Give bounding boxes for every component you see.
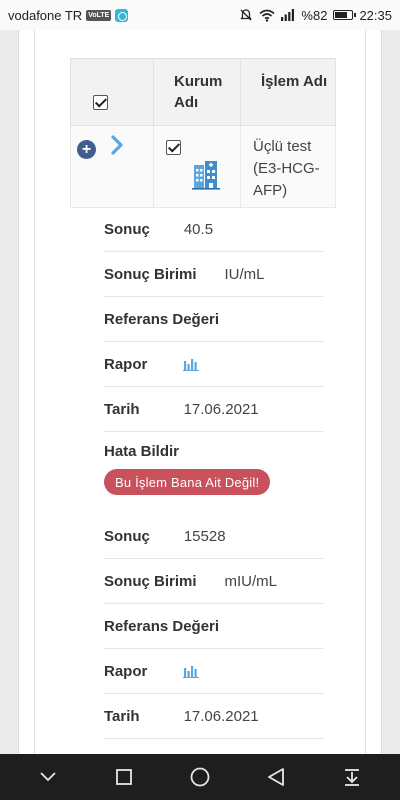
carrier-group: vodafone TR VoLTE — [8, 7, 129, 23]
select-all-checkbox[interactable] — [93, 95, 108, 110]
status-right: %82 22:35 — [239, 8, 392, 23]
birim-value: mIU/mL — [224, 572, 278, 590]
result-sonuc-row: Sonuç 15528 — [104, 515, 324, 559]
row-kurum-cell — [154, 126, 241, 207]
sonuc-label: Sonuç — [104, 528, 150, 545]
battery-icon — [333, 10, 357, 20]
nav-collapse-button[interactable] — [28, 757, 68, 797]
table-row: + Üçlü test (E3-HCG-AFP) — [70, 126, 336, 208]
result-rapor-row: Rapor — [104, 649, 324, 694]
tarih-label: Tarih — [104, 400, 140, 418]
rapor-label: Rapor — [104, 355, 148, 373]
header-select-cell — [71, 59, 154, 125]
battery-percent: %82 — [301, 7, 328, 23]
nav-home-button[interactable] — [180, 757, 220, 797]
tarih-value: 17.06.2021 — [183, 707, 259, 725]
result-birim-row: Sonuç Birimi mIU/mL — [104, 559, 324, 604]
result-sonuc-row: Sonuç 40.5 — [104, 208, 324, 252]
sonuc-value: 40.5 — [183, 221, 214, 238]
navigation-bar — [0, 754, 400, 800]
referans-label: Referans Değeri — [104, 310, 220, 328]
signal-icon — [281, 9, 295, 21]
result-referans-row: Referans Değeri — [104, 297, 324, 342]
chevron-right-icon[interactable] — [110, 134, 124, 156]
nav-notifications-button[interactable] — [332, 757, 372, 797]
row-islem-name: Üçlü test (E3-HCG-AFP) — [253, 138, 320, 199]
table-header: Kurum Adı İşlem Adı — [70, 58, 336, 126]
birim-label: Sonuç Birimi — [104, 265, 197, 283]
hata-bildir-label: Hata Bildir — [104, 443, 180, 460]
expand-plus-icon[interactable]: + — [77, 140, 96, 159]
nav-recents-button[interactable] — [104, 757, 144, 797]
row-actions-cell: + — [71, 126, 154, 207]
page-content: Kurum Adı İşlem Adı + Üçlü test (E3-HCG-… — [0, 30, 400, 754]
result-referans-row: Referans Değeri — [104, 604, 324, 649]
nav-back-button[interactable] — [256, 757, 296, 797]
wifi-icon — [259, 9, 275, 22]
hospital-building-icon — [192, 161, 220, 190]
result-tarih-row: Tarih 17.06.2021 — [104, 387, 324, 432]
birim-value: IU/mL — [224, 265, 265, 283]
row-checkbox[interactable] — [166, 140, 181, 155]
circle-icon — [190, 767, 210, 787]
rapor-label: Rapor — [104, 662, 148, 680]
bar-chart-icon[interactable] — [183, 664, 200, 678]
header-islem: İşlem Adı — [261, 73, 328, 90]
mute-icon — [240, 9, 253, 21]
referans-label: Referans Değeri — [104, 617, 220, 635]
result-rapor-row: Rapor — [104, 342, 324, 387]
tarih-label: Tarih — [104, 707, 140, 725]
not-my-record-button[interactable]: Bu İşlem Bana Ait Değil! — [104, 469, 271, 495]
sonuc-value: 15528 — [183, 528, 226, 545]
result-birim-row: Sonuç Birimi IU/mL — [104, 252, 324, 297]
triangle-back-icon — [268, 768, 284, 786]
square-icon — [116, 769, 132, 785]
volte-icon: VoLTE — [86, 9, 112, 21]
clock: 22:35 — [359, 7, 392, 23]
header-kurum: Kurum Adı — [154, 59, 241, 125]
birim-label: Sonuç Birimi — [104, 572, 197, 590]
chevron-down-icon — [40, 772, 56, 782]
tarih-value: 17.06.2021 — [183, 400, 259, 418]
pull-down-icon — [345, 769, 359, 786]
status-bar: vodafone TR VoLTE %82 22:35 — [0, 0, 400, 30]
result-tarih-row: Tarih 17.06.2021 — [104, 694, 324, 739]
bar-chart-icon[interactable] — [183, 357, 200, 371]
app-notification-icon — [115, 8, 129, 22]
sonuc-label: Sonuç — [104, 221, 150, 238]
carrier-name: vodafone TR — [8, 7, 83, 23]
